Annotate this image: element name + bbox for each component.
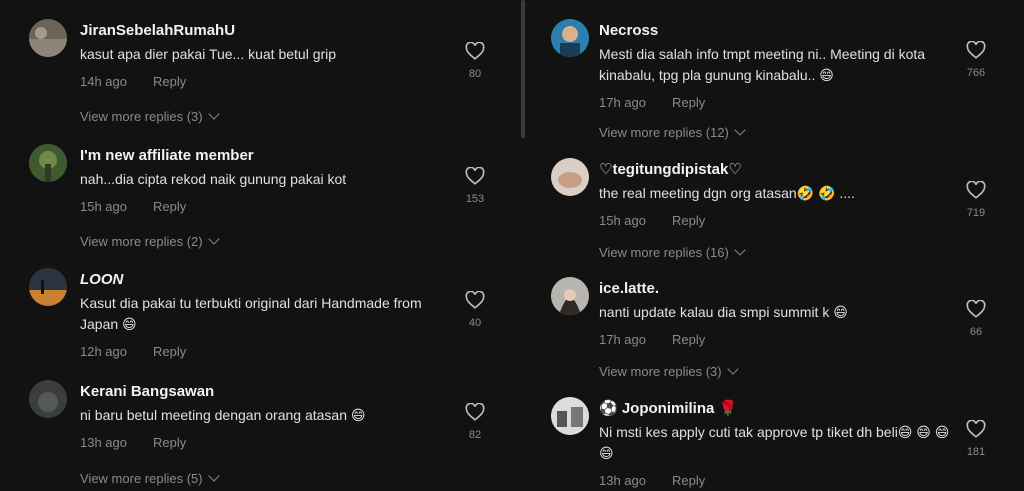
avatar[interactable]: [29, 19, 67, 57]
like-button[interactable]: 766: [964, 41, 988, 79]
view-more-replies[interactable]: View more replies (3): [599, 363, 739, 379]
comment-time: 13h ago: [80, 435, 127, 450]
comment-username[interactable]: ♡tegitungdipistak♡: [599, 160, 954, 180]
avatar[interactable]: [551, 158, 589, 196]
like-count: 719: [966, 207, 986, 219]
like-button[interactable]: 66: [964, 300, 988, 338]
comment-time: 15h ago: [599, 213, 646, 228]
comment-text: kasut apa dier pakai Tue... kuat betul g…: [80, 46, 337, 62]
comments-column-right: Necross Mesti dia salah info tmpt meetin…: [528, 0, 1024, 488]
reply-button[interactable]: Reply: [672, 332, 705, 347]
like-button[interactable]: 181: [964, 420, 988, 458]
like-count: 40: [468, 317, 482, 329]
reply-button[interactable]: Reply: [153, 199, 186, 214]
like-count: 766: [966, 67, 986, 79]
view-more-replies[interactable]: View more replies (5): [80, 470, 220, 486]
like-count: 82: [468, 429, 482, 441]
avatar[interactable]: [29, 268, 67, 306]
comment-time: 12h ago: [80, 344, 127, 359]
comment-text: nanti update kalau dia smpi summit k 😄: [599, 304, 848, 320]
comment-username[interactable]: ice.latte.: [599, 279, 954, 299]
avatar[interactable]: [29, 144, 67, 182]
comment-text: Ni msti kes apply cuti tak approve tp ti…: [599, 424, 950, 461]
comment-time: 14h ago: [80, 74, 127, 89]
avatar[interactable]: [551, 277, 589, 315]
avatar[interactable]: [551, 19, 589, 57]
comment-username[interactable]: ⚽ Joponimilina 🌹: [599, 399, 954, 419]
view-more-replies[interactable]: View more replies (16): [599, 244, 746, 260]
view-more-label: View more replies (16): [599, 245, 729, 260]
comment-username[interactable]: JiranSebelahRumahU: [80, 21, 440, 41]
view-more-replies[interactable]: View more replies (3): [80, 108, 220, 124]
chevron-down-icon: [734, 244, 746, 256]
like-count: 66: [969, 326, 983, 338]
view-more-label: View more replies (5): [80, 471, 203, 486]
comment-username[interactable]: I'm new affiliate member: [80, 146, 440, 166]
reply-button[interactable]: Reply: [153, 344, 186, 359]
comment-username[interactable]: LOON: [80, 270, 440, 290]
comment-text: nah...dia cipta rekod naik gunung pakai …: [80, 171, 347, 187]
like-count: 181: [966, 446, 986, 458]
reply-button[interactable]: Reply: [672, 213, 705, 228]
like-count: 80: [468, 68, 482, 80]
chevron-down-icon: [207, 108, 220, 120]
like-button[interactable]: 82: [463, 403, 487, 441]
comment-text: Kasut dia pakai tu terbukti original dar…: [80, 295, 422, 332]
like-count: 153: [465, 193, 485, 205]
comment-text: ni baru betul meeting dengan orang atasa…: [80, 407, 366, 423]
comment-username[interactable]: Kerani Bangsawan: [80, 382, 440, 402]
view-more-label: View more replies (3): [599, 364, 722, 379]
like-button[interactable]: 80: [463, 42, 487, 80]
comment-text: Mesti dia salah info tmpt meeting ni.. M…: [599, 46, 926, 83]
view-more-label: View more replies (3): [80, 109, 203, 124]
like-button[interactable]: 153: [463, 167, 487, 205]
heart-outline-icon: [966, 420, 986, 438]
scrollbar[interactable]: [521, 0, 525, 138]
heart-outline-icon: [966, 300, 986, 318]
reply-button[interactable]: Reply: [672, 95, 705, 110]
chevron-down-icon: [207, 233, 220, 245]
heart-outline-icon: [465, 291, 485, 309]
comment-time: 17h ago: [599, 332, 646, 347]
reply-button[interactable]: Reply: [153, 74, 186, 89]
comment-text: the real meeting dgn org atasan🤣 🤣 ....: [599, 185, 855, 201]
view-more-replies[interactable]: View more replies (2): [80, 233, 220, 249]
avatar[interactable]: [551, 397, 589, 435]
comment-time: 17h ago: [599, 95, 646, 110]
heart-outline-icon: [465, 167, 485, 185]
chevron-down-icon: [734, 124, 746, 136]
chevron-down-icon: [726, 363, 739, 375]
like-button[interactable]: 40: [463, 291, 487, 329]
view-more-label: View more replies (12): [599, 125, 729, 140]
heart-outline-icon: [465, 403, 485, 421]
comment-time: 15h ago: [80, 199, 127, 214]
heart-outline-icon: [966, 41, 986, 59]
comments-column-left: JiranSebelahRumahU kasut apa dier pakai …: [0, 0, 520, 486]
reply-button[interactable]: Reply: [153, 435, 186, 450]
heart-outline-icon: [966, 181, 986, 199]
comment-username[interactable]: Necross: [599, 21, 954, 41]
heart-outline-icon: [465, 42, 485, 60]
avatar[interactable]: [29, 380, 67, 418]
view-more-label: View more replies (2): [80, 234, 203, 249]
view-more-replies[interactable]: View more replies (12): [599, 124, 746, 140]
chevron-down-icon: [207, 470, 220, 482]
like-button[interactable]: 719: [964, 181, 988, 219]
